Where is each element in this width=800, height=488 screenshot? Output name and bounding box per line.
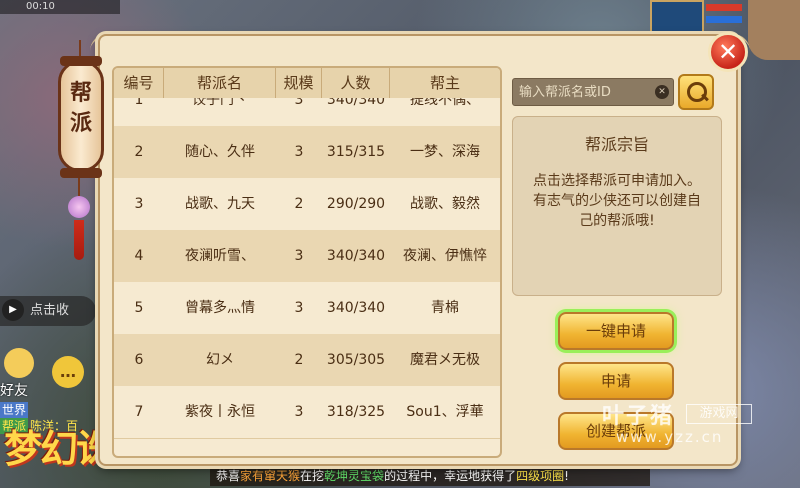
cell-scale: 3 [294,300,304,316]
cell-name: 紫夜丨永恒 [185,404,255,420]
cell-scale: 3 [294,144,304,160]
header-members: 人数 [322,68,390,98]
cell-leader: 一梦、深海 [410,144,480,160]
cell-name: 随心、久伴 [185,144,255,160]
cell-scale: 2 [294,352,304,368]
cell-scale: 2 [294,196,304,212]
header-scale: 规模 [276,68,322,98]
cell-id: 1 [134,98,144,108]
player-portrait[interactable] [748,0,800,60]
cell-members: 290/290 [326,196,386,212]
header-name: 帮派名 [164,68,276,98]
play-toggle[interactable]: ▶ 点击收 [0,296,96,326]
table-header: 编号 帮派名 规模 人数 帮主 [114,68,500,99]
cell-leader: Sou1、浮華 [406,404,484,420]
cell-name: 饺子门丶 [192,98,248,108]
purpose-title: 帮派宗旨 [584,135,649,154]
cell-leader: 青棉 [431,300,459,316]
charm-icon [68,196,90,218]
search-button[interactable] [678,74,714,110]
pet-portrait[interactable] [650,0,704,34]
table-row[interactable]: 1 饺子门丶 3 340/340 提线不偶、 [114,98,500,127]
table-row[interactable]: 5 曾幕多灬情 3 340/340 青棉 [114,282,500,335]
search-input[interactable] [519,82,649,102]
close-button[interactable]: ✕ [708,32,748,72]
cell-leader: 战歌、毅然 [410,196,480,212]
table-row[interactable]: 6 幻メ 2 305/305 魔君メ无极 [114,334,500,387]
cell-id: 3 [134,196,144,212]
watermark-url: www.yzz.cn [616,428,724,446]
lantern-cap [60,56,102,66]
status-time: 00:10 [26,1,55,12]
cell-leader: 魔君メ无极 [410,352,480,368]
purpose-text: 点击选择帮派可申请加入。有志气的少侠还可以创建自己的帮派哦! [533,173,701,229]
clear-icon[interactable]: ✕ [655,85,669,99]
status-bar: 00:10 [0,0,120,14]
header-id: 编号 [114,68,164,98]
cell-members: 305/305 [326,352,386,368]
cell-members: 315/315 [326,144,386,160]
search-box[interactable]: ✕ [512,78,674,106]
watermark-logo: 叶子猪 [602,404,675,429]
chat-bubble-icon[interactable]: … [52,356,84,388]
cell-id: 5 [134,300,144,316]
table-row[interactable]: 3 战歌、九天 2 290/290 战歌、毅然 [114,178,500,231]
table-row[interactable]: 2 随心、久伴 3 315/315 一梦、深海 [114,126,500,179]
cell-name: 战歌、九天 [185,196,255,212]
cell-id: 7 [134,404,144,420]
cell-members: 340/340 [326,248,386,264]
friend-label[interactable]: 好友 [0,380,28,400]
cell-id: 2 [134,144,144,160]
hp-bar [706,4,742,11]
cell-members: 340/340 [326,300,386,316]
cell-members: 318/325 [326,404,386,420]
cell-scale: 3 [294,404,304,420]
tassel [74,220,84,260]
table-row[interactable]: 4 夜澜听雪、 3 340/340 夜澜、伊憔悴 [114,230,500,283]
guild-table: 编号 帮派名 规模 人数 帮主 1 饺子门丶 3 340/340 提线不偶、 2… [112,66,502,458]
guild-purpose-box: 帮派宗旨 点击选择帮派可申请加入。有志气的少侠还可以创建自己的帮派哦! [512,116,722,296]
cell-name: 幻メ [206,352,234,368]
table-row[interactable]: 7 紫夜丨永恒 3 318/325 Sou1、浮華 [114,386,500,439]
cell-leader: 夜澜、伊憔悴 [403,248,487,264]
watermark-tag: 游戏网 [686,404,752,424]
cell-id: 6 [134,352,144,368]
cell-leader: 提线不偶、 [410,98,480,108]
chat-line[interactable]: 世界 [0,402,100,418]
guild-tab-label: 帮派 [69,80,92,136]
one-click-apply-button[interactable]: 一键申请 [558,312,674,350]
system-marquee: 恭喜家有窜天猴在挖乾坤灵宝袋的过程中，幸运地获得了四级项圈! [210,466,650,486]
friend-avatar[interactable] [4,348,34,378]
chat-channel-tag: 世界 [0,402,29,418]
cell-id: 4 [134,248,144,264]
tassel-cord [78,178,80,196]
cell-members: 340/340 [326,98,386,108]
header-leader: 帮主 [429,74,460,92]
cell-scale: 3 [294,98,304,108]
cell-name: 曾幕多灬情 [185,300,255,316]
play-label: 点击收 [30,303,70,318]
apply-button[interactable]: 申请 [558,362,674,400]
cell-name: 夜澜听雪、 [185,248,255,264]
table-body[interactable]: 1 饺子门丶 3 340/340 提线不偶、 2 随心、久伴 3 315/315… [114,98,500,456]
mp-bar [706,16,742,23]
cell-scale: 3 [294,248,304,264]
play-icon: ▶ [2,299,24,321]
lantern-bottom [60,168,102,178]
